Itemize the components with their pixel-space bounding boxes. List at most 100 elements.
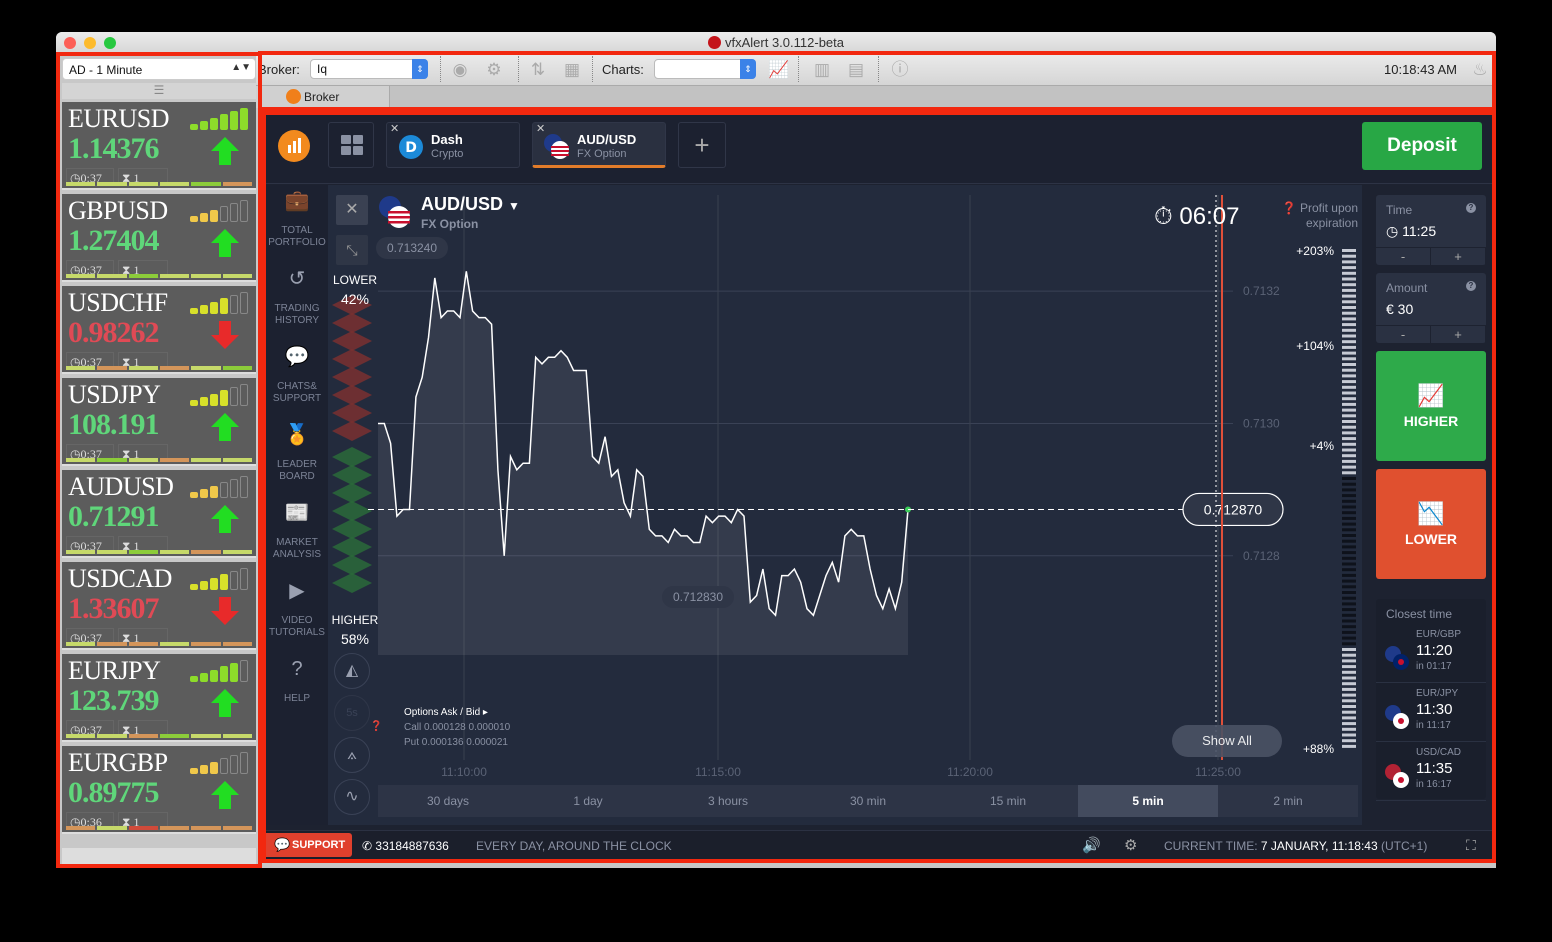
timeframe-30-days[interactable]: 30 days <box>378 785 518 817</box>
profit-scale-tick <box>1342 306 1356 309</box>
fullscreen-icon[interactable]: ⛶ <box>1466 837 1476 854</box>
profit-scale-tick <box>1342 722 1356 726</box>
signal-card[interactable]: AUDUSD 0.71291 ◷0:37 ⧗ 1 <box>62 470 256 558</box>
pair-flag-icon <box>1385 764 1409 788</box>
signal-card[interactable]: EURUSD 1.14376 ◷0:37 ⧗ 1 <box>62 102 256 190</box>
signal-card[interactable]: USDJPY 108.191 ◷0:37 ⧗ 1 <box>62 378 256 466</box>
profit-scale-tick <box>1342 499 1356 503</box>
show-all-button[interactable]: Show All <box>1172 725 1282 757</box>
signal-strength <box>190 384 250 406</box>
filter-icon[interactable]: ☰ <box>62 83 256 99</box>
grid-menu-button[interactable] <box>328 122 374 168</box>
broker-select[interactable]: Iq ⇕ <box>310 59 428 79</box>
amount-decrement-button[interactable]: - <box>1376 326 1431 343</box>
signal-bar <box>200 304 208 314</box>
nav-item-briefcase[interactable]: 💼 TOTAL PORTFOLIO <box>266 191 328 249</box>
closest-pair: EUR/JPY <box>1416 688 1459 699</box>
close-tab-icon[interactable]: ✕ <box>390 122 399 135</box>
time-decrement-button[interactable]: - <box>1376 248 1431 265</box>
timeframe-15-min[interactable]: 15 min <box>938 785 1078 817</box>
nav-item-play[interactable]: ▶ VIDEO TUTORIALS <box>266 581 328 639</box>
indicators-icon[interactable]: ∿ <box>334 779 370 815</box>
chart-type-area-icon[interactable]: ◭ <box>334 653 370 689</box>
layout-rows-icon[interactable]: ▤ <box>846 60 866 80</box>
help-icon[interactable]: ? <box>1466 281 1476 291</box>
closest-time-item[interactable]: EUR/GBP 11:20 in 01:17 <box>1376 625 1486 683</box>
higher-button[interactable]: 📈 HIGHER <box>1376 351 1486 461</box>
nav-item-history[interactable]: ↺ TRADING HISTORY <box>266 269 328 327</box>
swap-arrows-icon[interactable]: ⇅ <box>528 60 548 80</box>
support-button[interactable]: 💬 SUPPORT <box>266 833 352 857</box>
time-increment-button[interactable]: + <box>1431 248 1486 265</box>
info-icon[interactable]: ⓘ <box>890 60 910 80</box>
timeframe-icon[interactable]: 5s <box>334 695 370 731</box>
closest-time-item[interactable]: USD/CAD 11:35 in 16:17 <box>1376 743 1486 801</box>
phone-number[interactable]: ✆ 33184887636 <box>362 839 449 853</box>
timeframe-30-min[interactable]: 30 min <box>798 785 938 817</box>
timeframe-1-day[interactable]: 1 day <box>518 785 658 817</box>
sound-icon[interactable]: 🔊 <box>1082 836 1101 854</box>
call-values: 0.000128 0.000010 <box>424 722 511 733</box>
interval-select[interactable]: AD - 1 Minute ▲▼ <box>62 58 256 80</box>
layout-columns-icon[interactable]: ▥ <box>812 60 832 80</box>
closest-time-item[interactable]: EUR/JPY 11:30 in 11:17 <box>1376 684 1486 742</box>
timeframe-bar: 30 days 1 day 3 hours 30 min 15 min 5 min 2 mi… <box>378 785 1358 817</box>
help-icon[interactable]: ❓ <box>1282 201 1297 215</box>
profit-scale-tick <box>1342 528 1356 532</box>
calendar-icon[interactable]: ▦ <box>562 60 582 80</box>
nav-item-label: VIDEO TUTORIALS <box>269 615 325 638</box>
charts-label: Charts: <box>602 62 644 77</box>
profit-scale-tick <box>1342 653 1356 657</box>
timeframe-5-min[interactable]: 5 min <box>1078 785 1218 817</box>
profit-upon-expiration: ❓ Profit upon expiration <box>1274 201 1358 231</box>
closest-pair: EUR/GBP <box>1416 629 1462 640</box>
nav-item-medal[interactable]: 🏅 LEADER BOARD <box>266 425 328 483</box>
signal-card[interactable]: USDCAD 1.33607 ◷0:37 ⧗ 1 <box>62 562 256 650</box>
lower-button[interactable]: 📉 LOWER <box>1376 469 1486 579</box>
amount-input[interactable]: € 30 <box>1386 301 1413 317</box>
trend-segment <box>191 734 221 738</box>
options-title[interactable]: Options Ask / Bid ▸ <box>404 705 510 720</box>
chrome-icon[interactable]: ◉ <box>450 60 470 80</box>
asset-title[interactable]: AUD/USD ▼ <box>421 194 520 215</box>
gear-icon[interactable]: ⚙ <box>484 60 504 80</box>
grid-icon <box>341 135 363 155</box>
trend-segment <box>222 642 252 646</box>
closest-time-panel: Closest time EUR/GBP 11:20 in 01:17 EUR/… <box>1376 599 1486 801</box>
signal-card[interactable]: GBPUSD 1.27404 ◷0:37 ⧗ 1 <box>62 194 256 282</box>
nav-item-newspaper[interactable]: 📰 MARKET ANALYSIS <box>266 503 328 561</box>
amount-increment-button[interactable]: + <box>1431 326 1486 343</box>
tab-audusd-fx[interactable]: ✕ AUD/USD FX Option <box>532 122 666 168</box>
tab-broker[interactable]: Broker <box>256 86 390 108</box>
help-icon[interactable]: ❓ <box>370 719 382 734</box>
profit-scale-tick <box>1342 739 1356 743</box>
timeframe-2-min[interactable]: 2 min <box>1218 785 1358 817</box>
pair-name: AUDUSD <box>68 472 174 501</box>
chart-trend-icon[interactable]: 📈 <box>768 60 789 80</box>
signal-card[interactable]: EURJPY 123.739 ◷0:37 ⧗ 1 <box>62 654 256 742</box>
close-chart-button[interactable]: ✕ <box>336 195 368 225</box>
pair-name: EURJPY <box>68 656 161 685</box>
signal-card[interactable]: EURGBP 0.89775 ◷0:36 ⧗ 1 <box>62 746 256 834</box>
trend-bars <box>66 642 252 646</box>
drawing-compass-icon[interactable]: ⟑ <box>334 737 370 773</box>
flame-icon[interactable]: ♨ <box>1470 60 1490 80</box>
pair-name: USDJPY <box>68 380 161 409</box>
stopwatch-icon: ⏱ <box>1154 203 1173 230</box>
charts-select[interactable]: ⇕ <box>654 59 756 79</box>
nav-item-help[interactable]: ? HELP <box>266 659 328 705</box>
tab-dash-crypto[interactable]: ✕ D Dash Crypto <box>386 122 520 168</box>
settings-gear-icon[interactable]: ⚙ <box>1124 836 1137 854</box>
timeframe-3-hours[interactable]: 3 hours <box>658 785 798 817</box>
add-tab-button[interactable]: + <box>678 122 726 168</box>
signal-card[interactable]: USDCHF 0.98262 ◷0:37 ⧗ 1 <box>62 286 256 374</box>
broker-logo-icon[interactable] <box>278 130 310 162</box>
nav-item-chat[interactable]: 💬 CHATS& SUPPORT <box>266 347 328 405</box>
deposit-button[interactable]: Deposit <box>1362 122 1482 170</box>
help-icon[interactable]: ? <box>1466 203 1476 213</box>
price-chart[interactable]: 0.7132 0.7130 0.7128 11:10:00 11:15:00 11:20:… <box>328 185 1362 825</box>
signal-bar <box>190 584 198 590</box>
time-value[interactable]: ◷ 11:25 <box>1386 223 1436 240</box>
signal-bar <box>200 396 208 406</box>
collapse-icon[interactable]: ⤡ <box>336 235 368 265</box>
